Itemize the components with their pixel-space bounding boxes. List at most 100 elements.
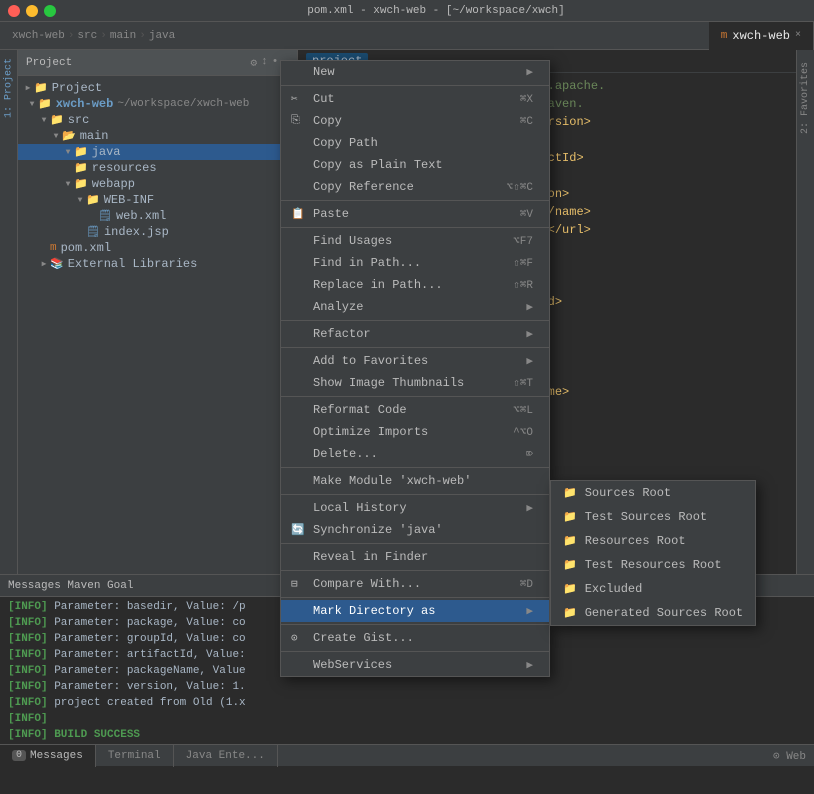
menu-separator (281, 467, 549, 468)
menu-item-optimize[interactable]: Optimize Imports ^⌥O (281, 421, 549, 443)
tree-item-project[interactable]: ▶ 📁 Project (18, 80, 297, 96)
msg-line: [INFO] project created from Old (1.x (8, 695, 806, 711)
excluded-label: Excluded (585, 582, 643, 596)
tree-item-src[interactable]: ▼ 📁 src (18, 112, 297, 128)
menu-separator (281, 494, 549, 495)
menu-item-copy-path[interactable]: Copy Path (281, 132, 549, 154)
tab-close-button[interactable]: × (795, 30, 801, 41)
msg-line: [INFO] (8, 711, 806, 727)
mark-test-sources-root[interactable]: 📁 Test Sources Root (551, 505, 755, 529)
settings-icon[interactable]: ⚙ (251, 56, 258, 70)
jsp-file-icon: 🗒 (86, 225, 100, 239)
resources-root-icon: 📁 (563, 534, 577, 548)
close-button[interactable] (8, 5, 20, 17)
tab-xml-icon: m (721, 30, 728, 42)
menu-item-cut[interactable]: ✂ Cut ⌘X (281, 88, 549, 110)
menu-item-replace-path[interactable]: Replace in Path... ⇧⌘R (281, 274, 549, 296)
resources-root-label: Resources Root (585, 534, 686, 548)
context-menu: New ▶ ✂ Cut ⌘X ⎘ Copy ⌘C Copy Path Copy … (280, 60, 550, 677)
tree-item-web-inf[interactable]: ▼ 📁 WEB-INF (18, 192, 297, 208)
generated-sources-label: Generated Sources Root (585, 606, 743, 620)
menu-item-synchronize[interactable]: 🔄 Synchronize 'java' (281, 519, 549, 541)
menu-item-local-history[interactable]: Local History ▶ (281, 497, 549, 519)
mark-resources-root[interactable]: 📁 Resources Root (551, 529, 755, 553)
breadcrumb-item[interactable]: xwch-web (12, 30, 65, 42)
tree-item-java[interactable]: ▼ 📁 java (18, 144, 297, 160)
menu-item-find-usages[interactable]: Find Usages ⌥F7 (281, 230, 549, 252)
excluded-icon: 📁 (563, 582, 577, 596)
menu-item-new[interactable]: New ▶ (281, 61, 549, 83)
msg-line: [INFO] Parameter: version, Value: 1. (8, 679, 806, 695)
breadcrumb-item[interactable]: java (149, 30, 175, 42)
menu-item-webservices[interactable]: WebServices ▶ (281, 654, 549, 676)
folder-open-icon: 📂 (62, 129, 76, 143)
minimize-button[interactable] (26, 5, 38, 17)
mark-sources-root[interactable]: 📁 Sources Root (551, 481, 755, 505)
bottom-tabs: 0 Messages Terminal Java Ente... ⊙ Web (0, 744, 814, 766)
tree-item-pom-xml[interactable]: m pom.xml (18, 240, 297, 256)
test-sources-root-label: Test Sources Root (585, 510, 707, 524)
menu-item-copy-ref[interactable]: Copy Reference ⌥⇧⌘C (281, 176, 549, 198)
breadcrumb-item[interactable]: src (77, 30, 97, 42)
tree-item-index-jsp[interactable]: 🗒 index.jsp (18, 224, 297, 240)
tree-item-ext-libs[interactable]: ▶ 📚 External Libraries (18, 256, 297, 272)
menu-separator (281, 597, 549, 598)
menu-separator (281, 320, 549, 321)
menu-separator (281, 651, 549, 652)
traffic-lights (8, 5, 56, 17)
menu-item-refactor[interactable]: Refactor ▶ (281, 323, 549, 345)
mark-test-resources-root[interactable]: 📁 Test Resources Root (551, 553, 755, 577)
sources-root-icon: 📁 (563, 486, 577, 500)
menu-separator (281, 347, 549, 348)
generated-sources-icon: 📁 (563, 606, 577, 620)
expand-icon[interactable]: ↕ (261, 56, 268, 70)
editor-tab-xwch-web[interactable]: m xwch-web × (709, 22, 814, 50)
tree-item-web-xml[interactable]: 🗒 web.xml (18, 208, 297, 224)
menu-item-delete[interactable]: Delete... ⌦ (281, 443, 549, 465)
project-panel: Project ⚙ ↕ • ↔ ▶ 📁 Project ▼ 📁 xwch-web… (18, 50, 298, 574)
test-resources-root-icon: 📁 (563, 558, 577, 572)
menu-item-find-path[interactable]: Find in Path... ⇧⌘F (281, 252, 549, 274)
tab-terminal[interactable]: Terminal (96, 745, 174, 767)
tab-label: xwch-web (732, 29, 790, 43)
menu-separator (281, 570, 549, 571)
tab-messages[interactable]: 0 Messages (0, 745, 96, 767)
left-tool-strip: 1: Project (0, 50, 18, 574)
right-panel-strip: 2: Favorites (796, 50, 814, 574)
msg-build-success: [INFO] BUILD SUCCESS (8, 727, 806, 743)
breadcrumb-item[interactable]: main (110, 30, 136, 42)
pin-icon[interactable]: • (272, 56, 279, 70)
tab-java-enterprise[interactable]: Java Ente... (174, 745, 278, 767)
menu-item-reformat[interactable]: Reformat Code ⌥⌘L (281, 399, 549, 421)
menu-item-copy-plain[interactable]: Copy as Plain Text (281, 154, 549, 176)
mark-excluded[interactable]: 📁 Excluded (551, 577, 755, 601)
menu-item-reveal-finder[interactable]: Reveal in Finder (281, 546, 549, 568)
menu-item-image-thumbnails[interactable]: Show Image Thumbnails ⇧⌘T (281, 372, 549, 394)
panel-title: Project (26, 57, 72, 69)
menu-item-mark-directory[interactable]: Mark Directory as ▶ (281, 600, 549, 622)
folder-icon: 📁 (34, 81, 48, 95)
file-tree: ▶ 📁 Project ▼ 📁 xwch-web ~/workspace/xwc… (18, 76, 297, 574)
favorites-panel-toggle[interactable]: 2: Favorites (798, 58, 813, 138)
menu-item-make-module[interactable]: Make Module 'xwch-web' (281, 470, 549, 492)
tree-item-webapp[interactable]: ▼ 📁 webapp (18, 176, 297, 192)
menu-item-create-gist[interactable]: ⊙ Create Gist... (281, 627, 549, 649)
menu-item-analyze[interactable]: Analyze ▶ (281, 296, 549, 318)
menu-item-copy[interactable]: ⎘ Copy ⌘C (281, 110, 549, 132)
menu-item-compare-with[interactable]: ⊟ Compare With... ⌘D (281, 573, 549, 595)
project-panel-toggle[interactable]: 1: Project (0, 54, 18, 122)
folder-icon: 📁 (74, 177, 88, 191)
tree-item-resources[interactable]: 📁 resources (18, 160, 297, 176)
menu-item-add-favorites[interactable]: Add to Favorites ▶ (281, 350, 549, 372)
module-icon: 📁 (38, 97, 52, 111)
tree-item-main[interactable]: ▼ 📂 main (18, 128, 297, 144)
tab-terminal-label: Terminal (108, 750, 161, 762)
maximize-button[interactable] (44, 5, 56, 17)
menu-item-paste[interactable]: 📋 Paste ⌘V (281, 203, 549, 225)
menu-separator (281, 200, 549, 201)
mark-generated-sources-root[interactable]: 📁 Generated Sources Root (551, 601, 755, 625)
folder-icon: 📁 (74, 161, 88, 175)
window-title: pom.xml - xwch-web - [~/workspace/xwch] (66, 5, 806, 17)
lib-icon: 📚 (50, 257, 64, 271)
tree-item-xwch-web[interactable]: ▼ 📁 xwch-web ~/workspace/xwch-web (18, 96, 297, 112)
